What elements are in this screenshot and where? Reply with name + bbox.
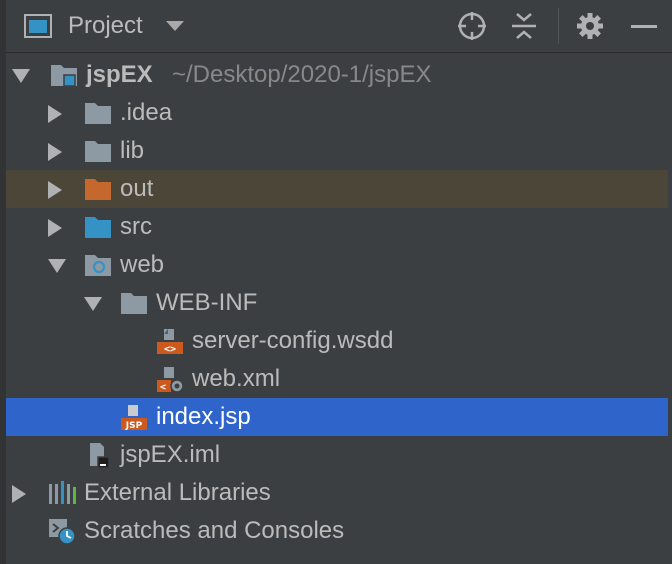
svg-text:<: < — [160, 382, 166, 392]
locate-icon[interactable] — [456, 10, 488, 42]
tree-item-label: WEB-INF — [156, 289, 258, 316]
chevron-down-icon[interactable] — [12, 69, 30, 83]
tree-item-index-jsp[interactable]: JSP index.jsp — [6, 398, 668, 436]
tree-item-label: src — [120, 213, 152, 240]
source-folder-icon — [85, 217, 111, 238]
tree-item-web[interactable]: web — [6, 246, 668, 284]
gear-icon[interactable] — [574, 10, 606, 42]
tree-item-label: index.jsp — [156, 403, 251, 430]
tool-window-header: Project — [6, 0, 672, 53]
header-separator — [558, 8, 559, 44]
jsp-file-icon: JSP — [121, 405, 147, 430]
collapse-all-icon[interactable] — [508, 10, 540, 42]
chevron-right-icon[interactable] — [12, 485, 26, 503]
xml-file-icon: <> — [157, 329, 183, 354]
folder-icon — [121, 293, 147, 314]
module-folder-icon — [51, 65, 77, 87]
folder-icon — [85, 103, 111, 124]
tree-item-jspex-root[interactable]: jspEX ~/Desktop/2020-1/jspEX — [6, 56, 668, 94]
minimize-icon[interactable] — [628, 10, 660, 42]
view-dropdown-chevron-icon[interactable] — [166, 21, 184, 31]
tree-item-label: jspEX — [86, 61, 153, 88]
chevron-right-icon[interactable] — [48, 219, 62, 237]
tree-item-label: External Libraries — [84, 479, 271, 506]
jsp-badge: JSP — [125, 421, 143, 430]
chevron-right-icon[interactable] — [48, 181, 62, 199]
tree-item-label: lib — [120, 137, 145, 164]
folder-icon — [85, 141, 111, 162]
tree-item-out[interactable]: out — [6, 170, 668, 208]
scratches-icon — [49, 519, 76, 544]
tree-item-label: Scratches and Consoles — [84, 517, 345, 544]
tree-item-label: .idea — [120, 99, 173, 126]
tree-item-label: server-config.wsdd — [192, 327, 394, 354]
tree-item-label: web — [120, 251, 165, 278]
library-icon — [49, 481, 76, 504]
tree-item-scratches[interactable]: Scratches and Consoles — [6, 512, 668, 550]
view-title[interactable]: Project — [68, 12, 143, 40]
chevron-right-icon[interactable] — [48, 105, 62, 123]
chevron-right-icon[interactable] — [48, 143, 62, 161]
module-file-icon — [90, 443, 110, 468]
project-tool-window: Project jspEX ~/Desktop/2020-1/jspEX .id… — [0, 0, 672, 564]
project-path-text: ~/Desktop/2020-1/jspEX — [172, 61, 432, 88]
chevron-down-icon[interactable] — [84, 297, 102, 311]
tree-item-web-xml[interactable]: < web.xml — [6, 360, 668, 398]
tree-item-label: out — [120, 175, 154, 202]
tree-item-idea[interactable]: .idea — [6, 94, 668, 132]
tree-item-server-config[interactable]: <> server-config.wsdd — [6, 322, 668, 360]
tree-item-src[interactable]: src — [6, 208, 668, 246]
project-window-icon — [24, 14, 52, 38]
web-folder-icon — [85, 255, 111, 276]
tree-item-label: web.xml — [192, 365, 281, 392]
tree-item-jspex-iml[interactable]: jspEX.iml — [6, 436, 668, 474]
excluded-folder-icon — [85, 179, 111, 200]
svg-text:<>: <> — [164, 344, 176, 354]
tree-item-external-libraries[interactable]: External Libraries — [6, 474, 668, 512]
tree-item-label: jspEX.iml — [120, 441, 221, 468]
tree-item-web-inf[interactable]: WEB-INF — [6, 284, 668, 322]
web-descriptor-file-icon: < — [157, 367, 184, 392]
tree-item-lib[interactable]: lib — [6, 132, 668, 170]
chevron-down-icon[interactable] — [48, 259, 66, 273]
